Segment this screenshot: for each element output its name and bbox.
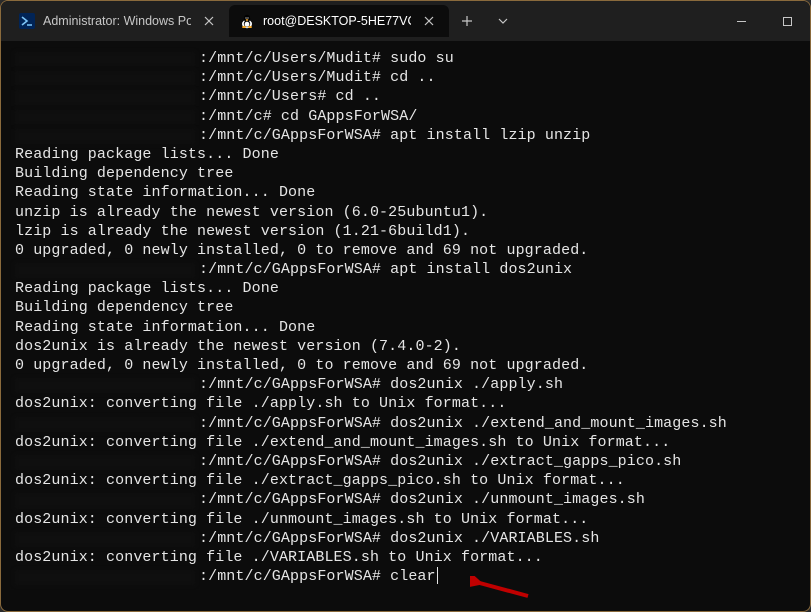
terminal-line: :/mnt/c/GAppsForWSA# dos2unix ./extend_a…: [15, 414, 796, 433]
terminal-line: :/mnt/c# cd GAppsForWSA/: [15, 107, 796, 126]
tux-icon: [239, 13, 255, 29]
terminal-line: Building dependency tree: [15, 298, 796, 317]
new-tab-button[interactable]: [449, 3, 485, 39]
prompt-and-command: :/mnt/c/GAppsForWSA# clear: [199, 567, 436, 586]
output-text: 0 upgraded, 0 newly installed, 0 to remo…: [15, 356, 588, 375]
tab-linux-active[interactable]: root@DESKTOP-5HE77VO: /mn: [229, 5, 449, 37]
window-controls: [718, 1, 810, 41]
prompt-and-command: :/mnt/c/GAppsForWSA# dos2unix ./unmount_…: [199, 490, 645, 509]
redacted-host: [15, 452, 199, 471]
redacted-host: [15, 260, 199, 279]
terminal-line: :/mnt/c/GAppsForWSA# dos2unix ./extract_…: [15, 452, 796, 471]
redacted-host: [15, 567, 199, 586]
output-text: Building dependency tree: [15, 298, 233, 317]
tab-label: Administrator: Windows PowerS: [43, 14, 191, 28]
terminal-line: unzip is already the newest version (6.0…: [15, 203, 796, 222]
terminal-window: Administrator: Windows PowerS: [0, 0, 811, 612]
prompt-and-command: :/mnt/c/Users/Mudit# cd ..: [199, 68, 436, 87]
terminal-line: Reading package lists... Done: [15, 145, 796, 164]
redacted-host: [15, 68, 199, 87]
terminal-line: Reading package lists... Done: [15, 279, 796, 298]
prompt-and-command: :/mnt/c/Users/Mudit# sudo su: [199, 49, 454, 68]
output-text: Reading package lists... Done: [15, 145, 279, 164]
titlebar: Administrator: Windows PowerS: [1, 1, 810, 41]
terminal-line: Building dependency tree: [15, 164, 796, 183]
cursor: [437, 567, 439, 584]
prompt-and-command: :/mnt/c# cd GAppsForWSA/: [199, 107, 417, 126]
output-text: dos2unix: converting file ./VARIABLES.sh…: [15, 548, 543, 567]
terminal-line: :/mnt/c/Users/Mudit# sudo su: [15, 49, 796, 68]
output-text: dos2unix is already the newest version (…: [15, 337, 461, 356]
powershell-icon: [19, 13, 35, 29]
close-icon[interactable]: [419, 11, 439, 31]
prompt-and-command: :/mnt/c/GAppsForWSA# apt install lzip un…: [199, 126, 590, 145]
terminal-line: dos2unix: converting file ./extend_and_m…: [15, 433, 796, 452]
terminal-line: :/mnt/c/Users# cd ..: [15, 87, 796, 106]
prompt-and-command: :/mnt/c/GAppsForWSA# apt install dos2uni…: [199, 260, 572, 279]
terminal-line: :/mnt/c/GAppsForWSA# dos2unix ./VARIABLE…: [15, 529, 796, 548]
prompt-and-command: :/mnt/c/Users# cd ..: [199, 87, 381, 106]
redacted-host: [15, 126, 199, 145]
prompt-and-command: :/mnt/c/GAppsForWSA# dos2unix ./extract_…: [199, 452, 681, 471]
output-text: dos2unix: converting file ./extend_and_m…: [15, 433, 670, 452]
redacted-host: [15, 414, 199, 433]
prompt-and-command: :/mnt/c/GAppsForWSA# dos2unix ./VARIABLE…: [199, 529, 599, 548]
redacted-host: [15, 375, 199, 394]
terminal-line: :/mnt/c/GAppsForWSA# apt install dos2uni…: [15, 260, 796, 279]
terminal-line: :/mnt/c/Users/Mudit# cd ..: [15, 68, 796, 87]
tab-powershell[interactable]: Administrator: Windows PowerS: [9, 5, 229, 37]
redacted-host: [15, 49, 199, 68]
terminal-line: dos2unix: converting file ./apply.sh to …: [15, 394, 796, 413]
terminal-line: :/mnt/c/GAppsForWSA# apt install lzip un…: [15, 126, 796, 145]
output-text: Reading package lists... Done: [15, 279, 279, 298]
output-text: 0 upgraded, 0 newly installed, 0 to remo…: [15, 241, 588, 260]
maximize-button[interactable]: [764, 1, 810, 41]
terminal-line: :/mnt/c/GAppsForWSA# clear: [15, 567, 796, 586]
output-text: unzip is already the newest version (6.0…: [15, 203, 488, 222]
redacted-host: [15, 87, 199, 106]
terminal-line: dos2unix: converting file ./unmount_imag…: [15, 510, 796, 529]
terminal-line: dos2unix: converting file ./extract_gapp…: [15, 471, 796, 490]
tab-label: root@DESKTOP-5HE77VO: /mn: [263, 14, 411, 28]
terminal-line: Reading state information... Done: [15, 183, 796, 202]
redacted-host: [15, 107, 199, 126]
redacted-host: [15, 529, 199, 548]
terminal-line: 0 upgraded, 0 newly installed, 0 to remo…: [15, 241, 796, 260]
output-text: Reading state information... Done: [15, 183, 315, 202]
minimize-button[interactable]: [718, 1, 764, 41]
terminal-line: dos2unix is already the newest version (…: [15, 337, 796, 356]
output-text: Building dependency tree: [15, 164, 233, 183]
redacted-host: [15, 490, 199, 509]
terminal-line: lzip is already the newest version (1.21…: [15, 222, 796, 241]
terminal-output[interactable]: :/mnt/c/Users/Mudit# sudo su :/mnt/c/Use…: [1, 41, 810, 611]
terminal-line: dos2unix: converting file ./VARIABLES.sh…: [15, 548, 796, 567]
prompt-and-command: :/mnt/c/GAppsForWSA# dos2unix ./apply.sh: [199, 375, 563, 394]
terminal-line: :/mnt/c/GAppsForWSA# dos2unix ./unmount_…: [15, 490, 796, 509]
tab-dropdown-button[interactable]: [485, 3, 521, 39]
output-text: lzip is already the newest version (1.21…: [15, 222, 470, 241]
output-text: dos2unix: converting file ./apply.sh to …: [15, 394, 506, 413]
close-icon[interactable]: [199, 11, 219, 31]
terminal-line: 0 upgraded, 0 newly installed, 0 to remo…: [15, 356, 796, 375]
prompt-and-command: :/mnt/c/GAppsForWSA# dos2unix ./extend_a…: [199, 414, 727, 433]
output-text: dos2unix: converting file ./extract_gapp…: [15, 471, 625, 490]
terminal-line: :/mnt/c/GAppsForWSA# dos2unix ./apply.sh: [15, 375, 796, 394]
terminal-line: Reading state information... Done: [15, 318, 796, 337]
output-text: dos2unix: converting file ./unmount_imag…: [15, 510, 588, 529]
output-text: Reading state information... Done: [15, 318, 315, 337]
